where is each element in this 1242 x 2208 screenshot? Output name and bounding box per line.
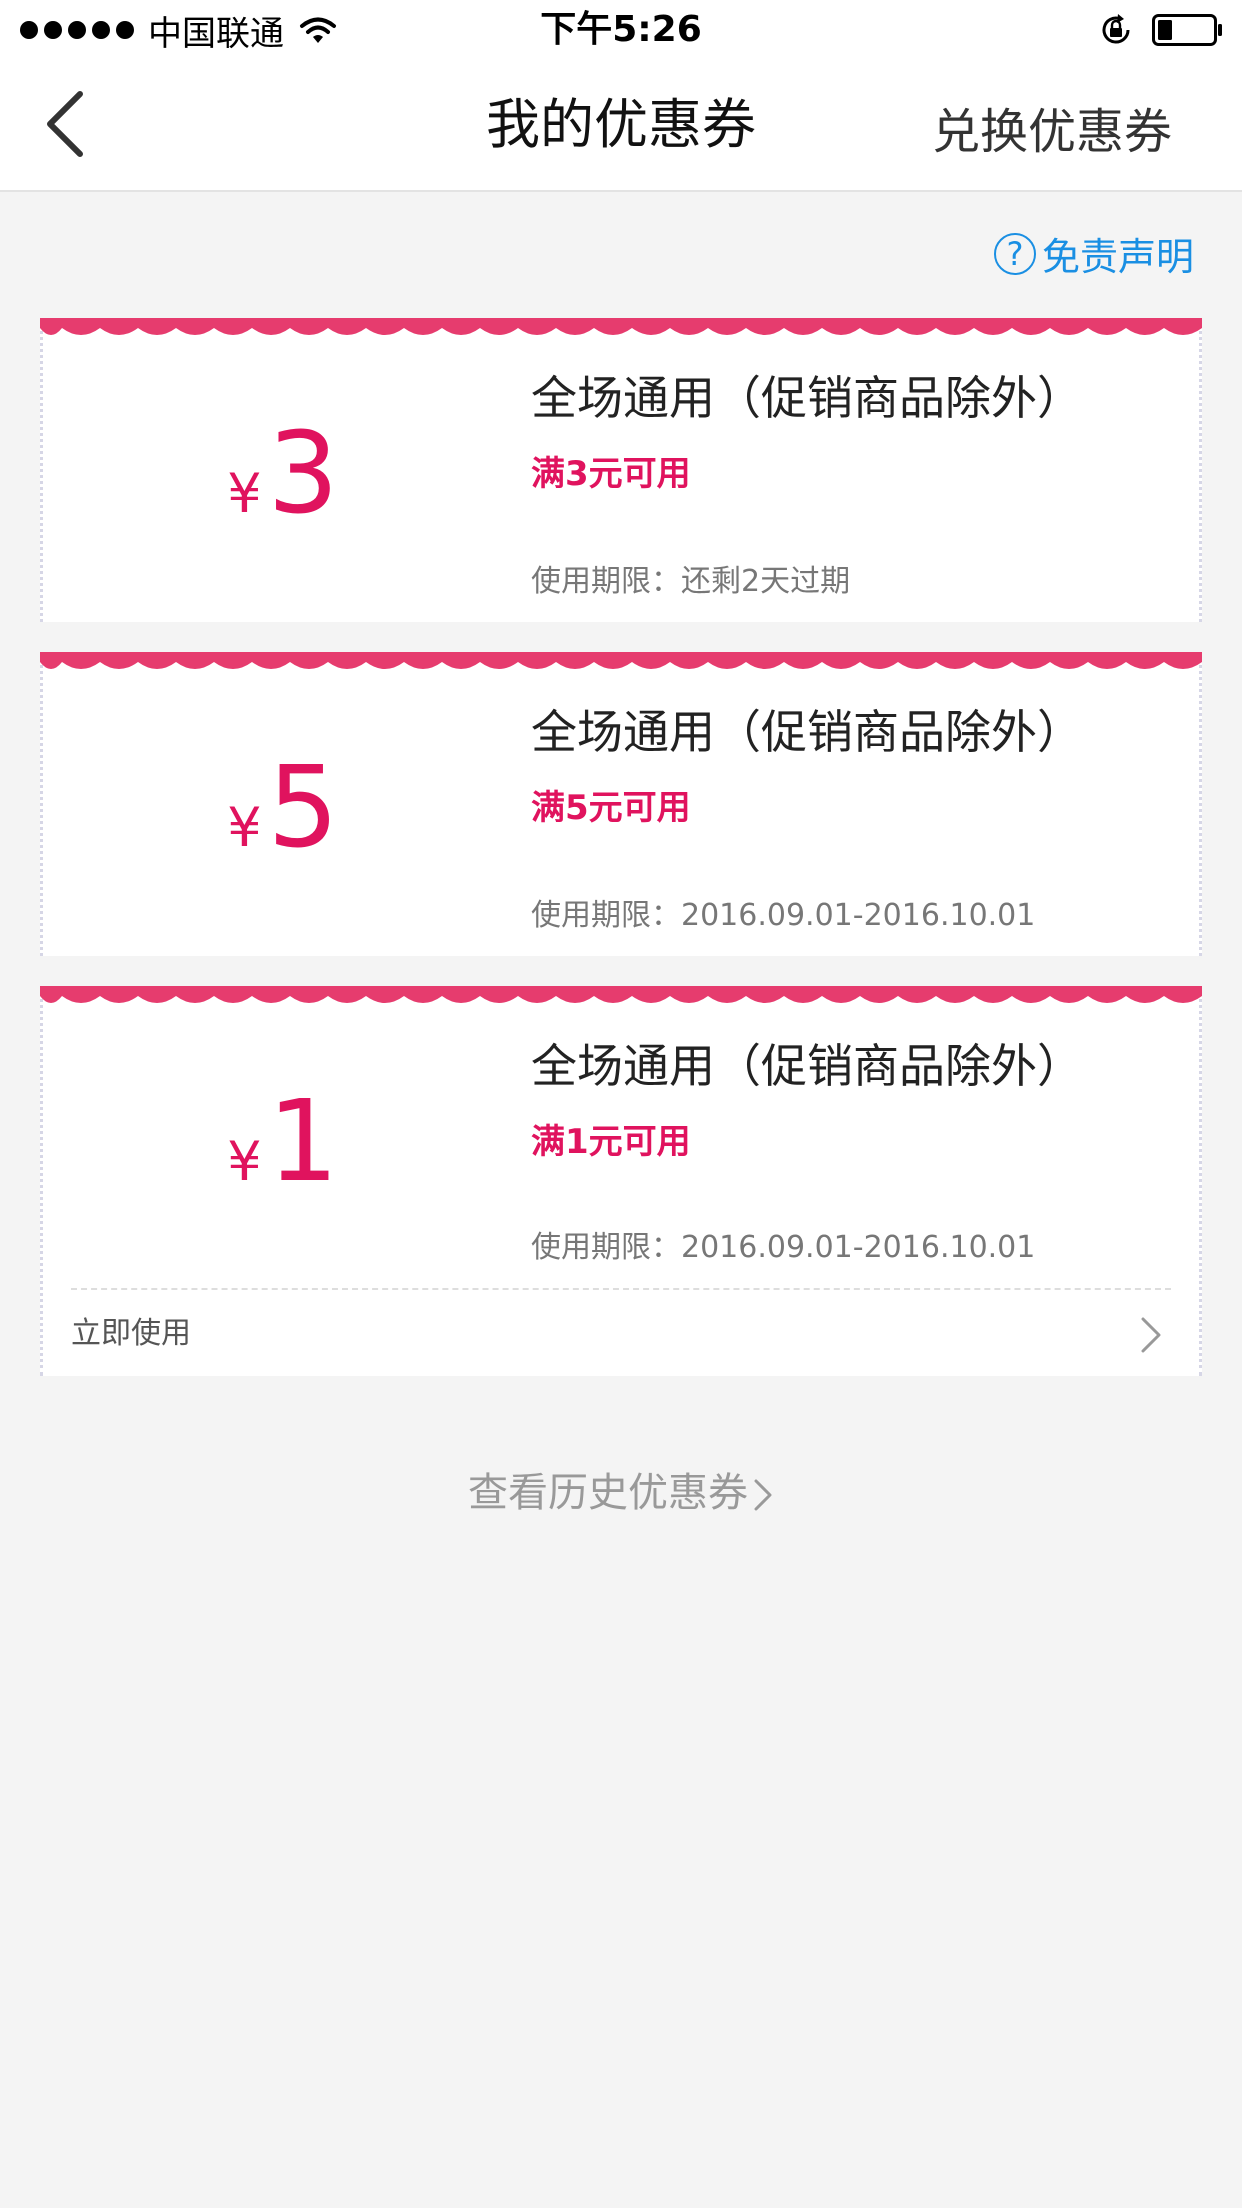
coupon-condition: 满5元可用 <box>531 788 691 828</box>
disclaimer-link[interactable]: ? 免责声明 <box>993 226 1194 281</box>
navigation-bar: 我的优惠券 兑换优惠券 <box>0 60 1242 192</box>
coupon-validity: 使用期限：2016.09.01-2016.10.01 <box>531 898 1036 933</box>
status-time: 下午5:26 <box>540 9 702 50</box>
coupon-validity: 使用期限：2016.09.01-2016.10.01 <box>531 1230 1036 1265</box>
coupon-value: 1 <box>267 1077 339 1207</box>
currency-symbol: ¥ <box>227 1130 262 1193</box>
coupon-wave-border <box>40 652 1202 669</box>
battery-icon <box>1152 14 1222 46</box>
wave-shape <box>40 986 1202 1003</box>
chevron-right-icon <box>1141 1317 1161 1353</box>
coupon-amount: ¥1 <box>43 1086 523 1198</box>
coupon-title: 全场通用（促销商品除外） <box>531 371 1083 425</box>
use-now-button[interactable]: 立即使用 <box>43 1290 1199 1378</box>
coupon-condition: 满3元可用 <box>531 454 691 494</box>
coupon-amount: ¥5 <box>43 752 523 864</box>
coupon-title: 全场通用（促销商品除外） <box>531 705 1083 759</box>
coupon-validity: 使用期限：还剩2天过期 <box>531 564 851 599</box>
view-history-coupons-link[interactable]: 查看历史优惠券 <box>0 1460 1242 1518</box>
disclaimer-label: 免责声明 <box>1041 235 1194 279</box>
wave-shape <box>40 318 1202 335</box>
coupon-wave-border <box>40 318 1202 335</box>
coupon-value: 5 <box>267 743 339 873</box>
status-bar: 中国联通 下午5:26 <box>0 0 1242 60</box>
currency-symbol: ¥ <box>227 796 262 859</box>
coupon-card[interactable]: ¥3 全场通用（促销商品除外） 满3元可用 使用期限：还剩2天过期 <box>40 318 1202 622</box>
help-question-icon: ? <box>993 232 1036 275</box>
chevron-right-icon <box>754 1479 772 1511</box>
exchange-coupon-button[interactable]: 兑换优惠券 <box>932 60 1172 204</box>
coupon-amount: ¥3 <box>43 418 523 530</box>
coupon-card[interactable]: ¥5 全场通用（促销商品除外） 满5元可用 使用期限：2016.09.01-20… <box>40 652 1202 956</box>
use-now-label: 立即使用 <box>71 1316 191 1351</box>
history-link-label: 查看历史优惠券 <box>468 1470 748 1516</box>
wave-shape <box>40 652 1202 669</box>
coupon-wave-border <box>40 986 1202 1003</box>
coupon-condition: 满1元可用 <box>531 1122 691 1162</box>
currency-symbol: ¥ <box>227 462 262 525</box>
rotation-lock-icon <box>1102 14 1130 44</box>
coupon-card[interactable]: ¥1 全场通用（促销商品除外） 满1元可用 使用期限：2016.09.01-20… <box>40 986 1202 1376</box>
coupon-value: 3 <box>267 409 339 539</box>
status-bar-right <box>1098 10 1224 50</box>
coupon-title: 全场通用（促销商品除外） <box>531 1039 1083 1093</box>
